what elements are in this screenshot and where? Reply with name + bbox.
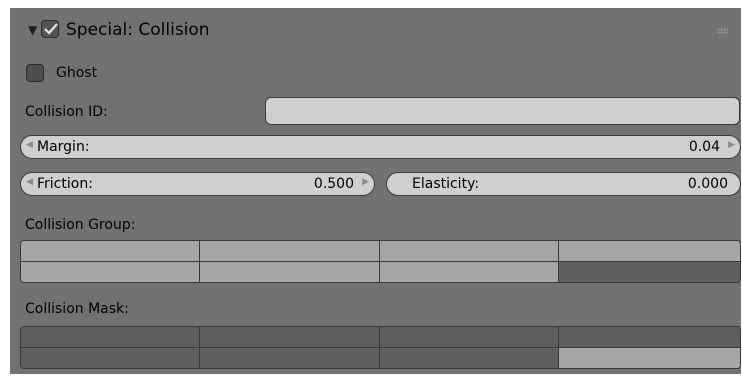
increment-arrow-icon[interactable]: ▶ (362, 177, 369, 187)
collision-id-input[interactable] (265, 97, 740, 125)
collision-mask-layer-4[interactable] (559, 327, 740, 348)
collision-group-layer-2[interactable] (200, 241, 380, 262)
collision-panel: ▼ Special: Collision Ghost Collision ID:… (10, 8, 741, 374)
collision-mask-layer-2[interactable] (200, 327, 380, 348)
friction-value: 0.500 (313, 176, 354, 192)
collision-mask-layer-7[interactable] (380, 348, 559, 368)
decrement-arrow-icon[interactable]: ◀ (26, 177, 33, 187)
collision-group-layer-4[interactable] (559, 241, 740, 262)
increment-arrow-icon[interactable]: ▶ (728, 140, 735, 150)
margin-label: Margin: (37, 139, 90, 155)
collision-group-layer-3[interactable] (380, 241, 559, 262)
margin-slider[interactable]: ◀ Margin: 0.04 ▶ (20, 135, 741, 159)
ghost-checkbox[interactable] (26, 64, 44, 82)
collision-mask-layer-6[interactable] (200, 348, 380, 368)
collision-id-label: Collision ID: (25, 104, 108, 120)
collapse-triangle-icon[interactable]: ▼ (28, 23, 37, 37)
drag-grip-icon[interactable] (717, 28, 729, 34)
collision-group-grid (20, 240, 741, 283)
panel-header[interactable]: ▼ Special: Collision (10, 8, 741, 54)
margin-value: 0.04 (688, 139, 720, 155)
collision-mask-layer-1[interactable] (21, 327, 200, 348)
collision-group-layer-8[interactable] (559, 262, 740, 282)
ghost-label: Ghost (56, 65, 98, 81)
panel-title: Special: Collision (66, 20, 210, 40)
checkmark-icon (44, 23, 58, 35)
collision-group-layer-5[interactable] (21, 262, 200, 282)
collision-group-label: Collision Group: (25, 217, 136, 233)
elasticity-label: Elasticity: (412, 176, 480, 192)
friction-slider[interactable]: ◀ Friction: 0.500 ▶ (20, 172, 375, 196)
elasticity-value: 0.000 (687, 176, 728, 192)
collision-group-layer-6[interactable] (200, 262, 380, 282)
collision-group-layer-7[interactable] (380, 262, 559, 282)
enable-checkbox[interactable] (41, 20, 59, 38)
collision-mask-label: Collision Mask: (25, 301, 129, 317)
collision-mask-grid (20, 326, 741, 369)
decrement-arrow-icon[interactable]: ◀ (26, 140, 33, 150)
elasticity-slider[interactable]: Elasticity: 0.000 (386, 172, 741, 196)
collision-mask-layer-8[interactable] (559, 348, 740, 368)
collision-mask-layer-5[interactable] (21, 348, 200, 368)
collision-mask-layer-3[interactable] (380, 327, 559, 348)
collision-group-layer-1[interactable] (21, 241, 200, 262)
friction-label: Friction: (37, 176, 93, 192)
